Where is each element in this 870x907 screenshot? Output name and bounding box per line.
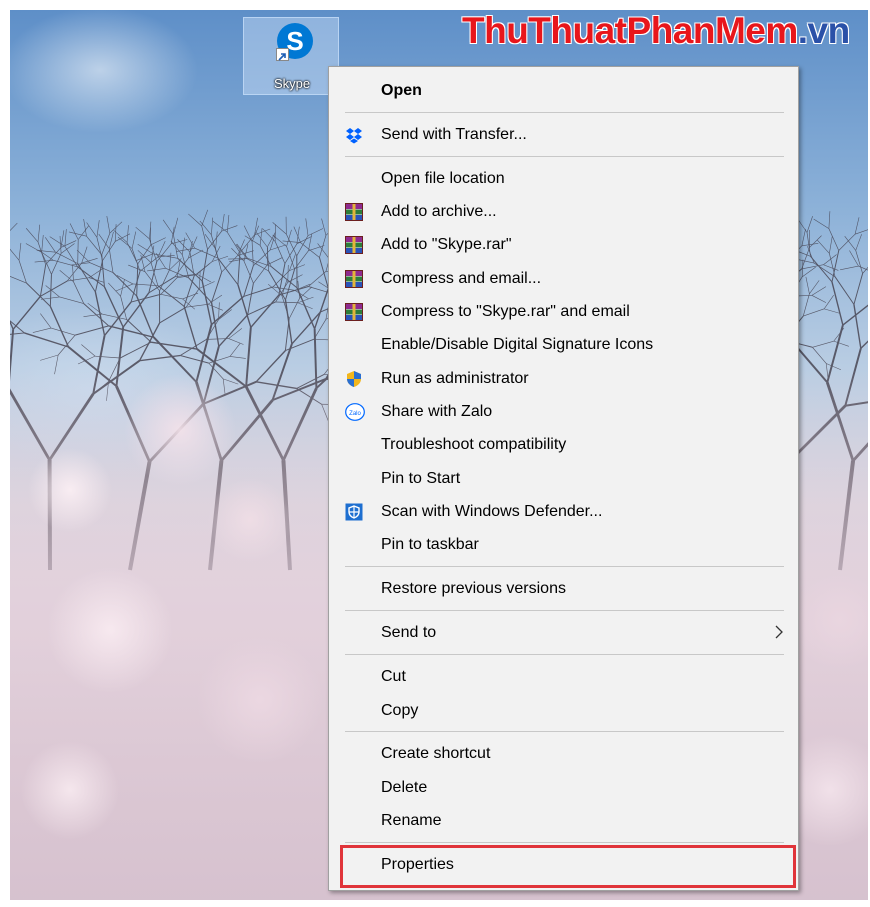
menu-separator xyxy=(345,842,784,843)
desktop-shortcut-skype[interactable]: S Skype xyxy=(243,17,339,95)
menu-item-delete[interactable]: Delete xyxy=(329,771,798,804)
menu-item-restore-previous-versions[interactable]: Restore previous versions xyxy=(329,572,798,605)
winrar-icon xyxy=(345,203,363,221)
chevron-right-icon xyxy=(774,624,784,645)
menu-item-create-shortcut[interactable]: Create shortcut xyxy=(329,737,798,770)
menu-item-cut[interactable]: Cut xyxy=(329,660,798,693)
menu-item-open[interactable]: Open xyxy=(329,74,798,107)
winrar-icon xyxy=(345,270,363,288)
menu-item-pin-to-taskbar[interactable]: Pin to taskbar xyxy=(329,528,798,561)
menu-separator xyxy=(345,654,784,655)
windows-defender-icon xyxy=(345,503,363,521)
menu-item-open-file-location[interactable]: Open file location xyxy=(329,162,798,195)
menu-item-troubleshoot-compatibility[interactable]: Troubleshoot compatibility xyxy=(329,428,798,461)
menu-item-rename[interactable]: Rename xyxy=(329,804,798,837)
menu-item-share-with-zalo[interactable]: Zalo Share with Zalo xyxy=(329,395,798,428)
menu-separator xyxy=(345,566,784,567)
menu-separator xyxy=(345,731,784,732)
dropbox-icon xyxy=(345,126,363,144)
menu-item-compress-to-rar-and-email[interactable]: Compress to "Skype.rar" and email xyxy=(329,295,798,328)
menu-item-pin-to-start[interactable]: Pin to Start xyxy=(329,462,798,495)
context-menu: Open Send with Transfer... Open file loc… xyxy=(328,66,799,891)
menu-item-scan-with-windows-defender[interactable]: Scan with Windows Defender... xyxy=(329,495,798,528)
winrar-icon xyxy=(345,303,363,321)
properties-highlight-box xyxy=(340,845,796,888)
uac-shield-icon xyxy=(345,370,363,388)
winrar-icon xyxy=(345,236,363,254)
menu-item-add-to-skype-rar[interactable]: Add to "Skype.rar" xyxy=(329,228,798,261)
desktop-icon-label: Skype xyxy=(274,76,311,91)
menu-separator xyxy=(345,610,784,611)
menu-item-send-to[interactable]: Send to xyxy=(329,616,798,649)
menu-item-digital-signature-icons[interactable]: Enable/Disable Digital Signature Icons xyxy=(329,328,798,361)
menu-item-send-with-transfer[interactable]: Send with Transfer... xyxy=(329,118,798,151)
watermark-logo: ThuThuatPhanMem.vn xyxy=(462,10,850,51)
menu-item-add-to-archive[interactable]: Add to archive... xyxy=(329,195,798,228)
shortcut-arrow-icon xyxy=(276,48,289,61)
menu-item-run-as-administrator[interactable]: Run as administrator xyxy=(329,362,798,395)
zalo-icon: Zalo xyxy=(345,403,365,421)
menu-separator xyxy=(345,156,784,157)
svg-text:Zalo: Zalo xyxy=(349,411,361,417)
menu-separator xyxy=(345,112,784,113)
menu-item-copy[interactable]: Copy xyxy=(329,694,798,727)
menu-item-compress-and-email[interactable]: Compress and email... xyxy=(329,262,798,295)
